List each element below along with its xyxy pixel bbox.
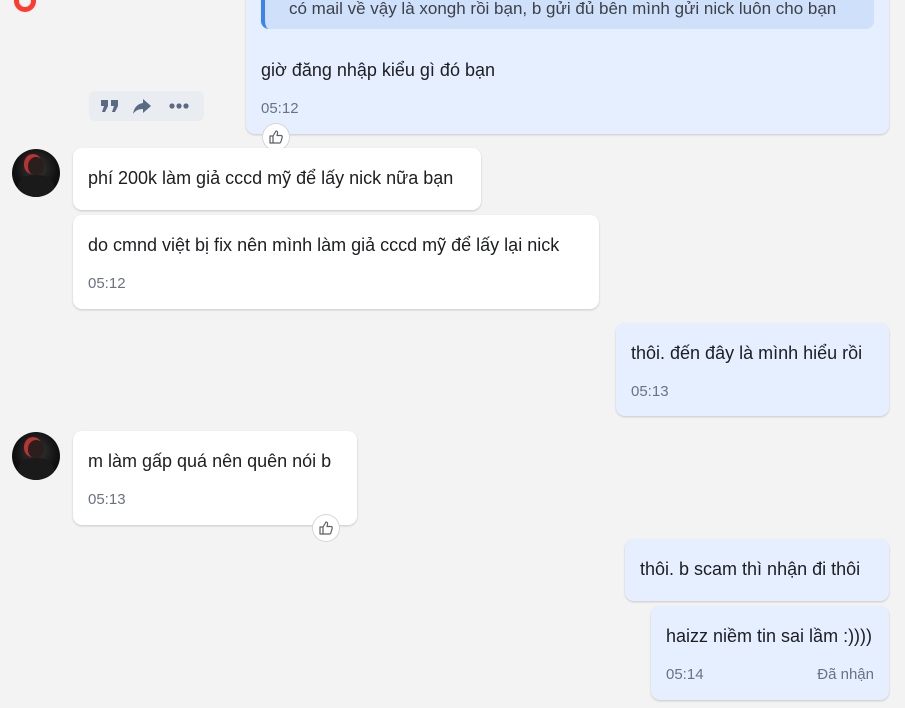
message-text: haizz niềm tin sai lầm :)))) (666, 626, 873, 646)
forward-icon[interactable] (131, 96, 153, 116)
quoted-message[interactable]: có mail về vậy là xongh rồi bạn, b gửi đ… (261, 0, 874, 29)
message-text: m làm gấp quá nên quên nói b (88, 451, 332, 471)
message-text: giờ đăng nhập kiểu gì đó bạn (261, 60, 495, 80)
message-bubble-outgoing[interactable]: có mail về vậy là xongh rồi bạn, b gửi đ… (246, 0, 889, 134)
quote-icon[interactable] (99, 96, 121, 116)
delivery-status: Đã nhận (817, 666, 874, 683)
message-time: 05:13 (631, 383, 669, 400)
thumbs-up-icon[interactable] (313, 515, 339, 541)
avatar[interactable] (12, 432, 60, 480)
message-time: 05:13 (88, 491, 126, 508)
message-time: 05:12 (261, 100, 299, 117)
message-time: 05:12 (88, 275, 126, 292)
quoted-message-text: có mail về vậy là xongh rồi bạn, b gửi đ… (289, 0, 837, 18)
message-bubble-incoming[interactable]: phí 200k làm giả cccd mỹ để lấy nick nữa… (73, 148, 481, 210)
message-bubble-incoming[interactable]: do cmnd việt bị fix nên mình làm giả ccc… (73, 215, 599, 309)
message-bubble-outgoing[interactable]: haizz niềm tin sai lầm :)))) 05:14 Đã nh… (651, 606, 889, 700)
message-action-bar (89, 91, 204, 121)
message-text: thôi. đến đây là mình hiểu rồi (631, 343, 863, 363)
message-time: 05:14 (666, 666, 704, 683)
more-icon[interactable] (168, 96, 190, 116)
message-text: do cmnd việt bị fix nên mình làm giả ccc… (88, 235, 560, 255)
message-bubble-outgoing[interactable]: thôi. đến đây là mình hiểu rồi 05:13 (616, 323, 889, 416)
message-bubble-incoming[interactable]: m làm gấp quá nên quên nói b 05:13 (73, 431, 357, 525)
avatar[interactable] (12, 149, 60, 197)
message-bubble-outgoing[interactable]: thôi. b scam thì nhận đi thôi (625, 539, 889, 601)
app-logo-icon (14, 0, 36, 12)
message-text: thôi. b scam thì nhận đi thôi (640, 559, 861, 579)
thumbs-up-icon[interactable] (263, 124, 289, 150)
message-text: phí 200k làm giả cccd mỹ để lấy nick nữa… (88, 168, 454, 188)
